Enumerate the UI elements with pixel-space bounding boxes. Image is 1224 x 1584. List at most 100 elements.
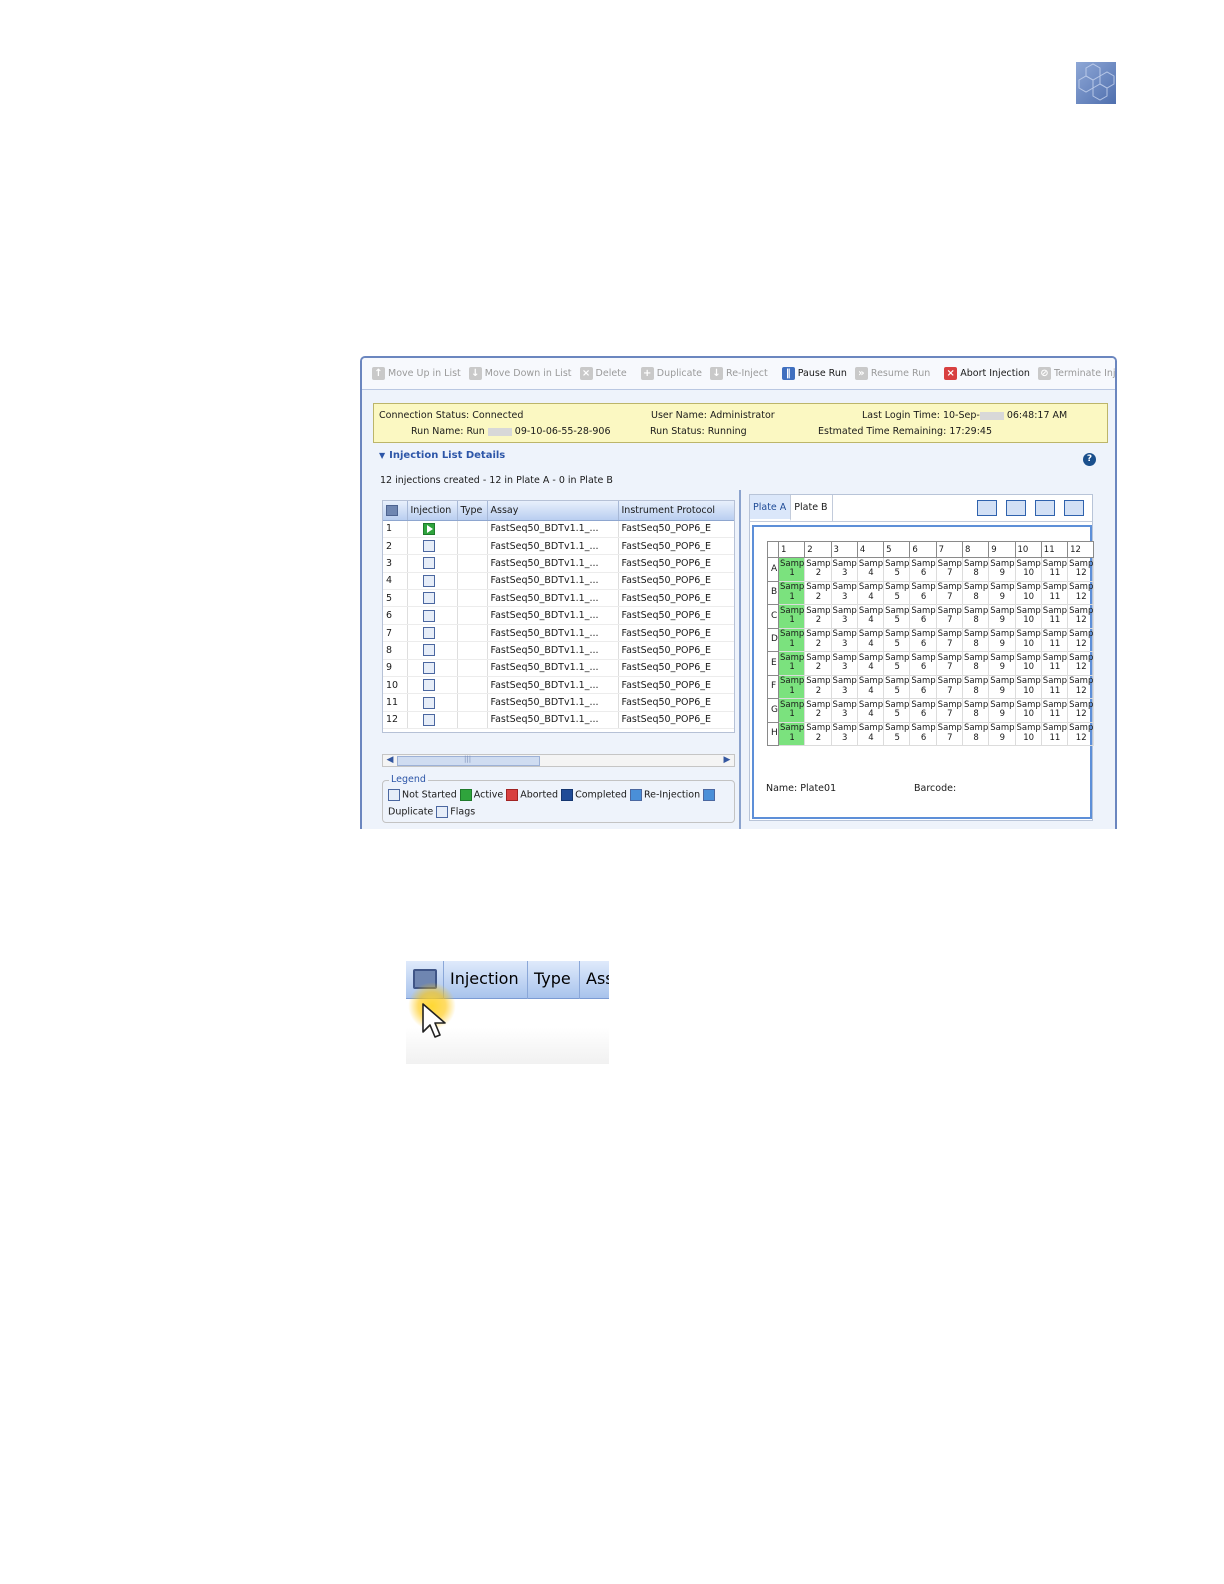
table-row[interactable]: 3 FastSeq50_BDTv1.1_... FastSeq50_POP6_E <box>383 554 734 573</box>
table-row[interactable]: 1 FastSeq50_BDTv1.1_... FastSeq50_POP6_E <box>383 520 734 538</box>
plate-well[interactable]: Samp 5 <box>883 604 911 629</box>
plate-well[interactable]: Samp 3 <box>830 627 858 652</box>
plate-well[interactable]: Samp 12 <box>1067 627 1095 652</box>
plate-well[interactable]: Samp 6 <box>909 604 937 629</box>
table-row[interactable]: 9 FastSeq50_BDTv1.1_... FastSeq50_POP6_E <box>383 659 734 678</box>
delete-button[interactable]: × Delete <box>576 367 631 380</box>
plate-well[interactable]: Samp 3 <box>830 580 858 605</box>
plate-well[interactable]: Samp 1 <box>777 627 806 652</box>
plate-well[interactable]: Samp 6 <box>909 674 937 699</box>
plate-well[interactable]: Samp 2 <box>804 557 832 582</box>
plate-well[interactable]: Samp 4 <box>856 604 885 629</box>
plate-well[interactable]: Samp 2 <box>804 721 832 746</box>
plate-well[interactable]: Samp 11 <box>1040 604 1069 629</box>
column-chooser-header[interactable] <box>383 501 408 521</box>
terminate-injection-button[interactable]: ⊘Terminate Injection <box>1034 367 1115 380</box>
plate-well[interactable]: Samp 8 <box>961 604 990 629</box>
header-assay[interactable]: Assay <box>487 501 619 521</box>
plate-well[interactable]: Samp 10 <box>1014 604 1042 629</box>
plate-well[interactable]: Samp 10 <box>1014 580 1042 605</box>
plate-well[interactable]: Samp 12 <box>1067 674 1095 699</box>
plate-well[interactable]: Samp 11 <box>1040 698 1069 723</box>
plate-well[interactable]: Samp 3 <box>830 557 858 582</box>
plate-well[interactable]: Samp 9 <box>988 604 1016 629</box>
plate-well[interactable]: Samp 9 <box>988 698 1016 723</box>
plate-well[interactable]: Samp 10 <box>1014 698 1042 723</box>
plate-well[interactable]: Samp 3 <box>830 698 858 723</box>
plate-well[interactable]: Samp 8 <box>961 557 990 582</box>
reinject-button[interactable]: ↓ Re-Inject <box>706 367 772 380</box>
table-row[interactable]: 8 FastSeq50_BDTv1.1_... FastSeq50_POP6_E <box>383 641 734 660</box>
pause-run-button[interactable]: ‖ Pause Run <box>778 367 851 380</box>
plate-well[interactable]: Samp 1 <box>777 698 806 723</box>
plate-well[interactable]: Samp 10 <box>1014 627 1042 652</box>
plate-well[interactable]: Samp 7 <box>935 627 963 652</box>
header-type[interactable]: Type <box>457 501 488 521</box>
plate-well[interactable]: Samp 12 <box>1067 721 1095 746</box>
plate-well[interactable]: Samp 5 <box>883 580 911 605</box>
plate-well[interactable]: Samp 1 <box>777 557 806 582</box>
plate-well[interactable]: Samp 10 <box>1014 651 1042 676</box>
plate-well[interactable]: Samp 1 <box>777 674 806 699</box>
plate-well[interactable]: Samp 3 <box>830 674 858 699</box>
plate-well[interactable]: Samp 4 <box>856 721 885 746</box>
tab-plate-b[interactable]: Plate B <box>791 495 833 521</box>
plate-well[interactable]: Samp 3 <box>830 721 858 746</box>
panel-splitter[interactable] <box>739 490 741 829</box>
plate-well[interactable]: Samp 11 <box>1040 721 1069 746</box>
plate-well[interactable]: Samp 4 <box>856 651 885 676</box>
plate-well[interactable]: Samp 8 <box>961 627 990 652</box>
plate-well[interactable]: Samp 7 <box>935 580 963 605</box>
plate-well[interactable]: Samp 7 <box>935 698 963 723</box>
plate-well[interactable]: Samp 5 <box>883 674 911 699</box>
plate-well[interactable]: Samp 10 <box>1014 674 1042 699</box>
plate-well[interactable]: Samp 9 <box>988 627 1016 652</box>
move-up-button[interactable]: ↑ Move Up in List <box>368 367 465 380</box>
plate-well[interactable]: Samp 2 <box>804 651 832 676</box>
table-row[interactable]: 11 FastSeq50_BDTv1.1_... FastSeq50_POP6_E <box>383 693 734 712</box>
plate-well[interactable]: Samp 4 <box>856 698 885 723</box>
resume-run-button[interactable]: » Resume Run <box>851 367 934 380</box>
plate-well[interactable]: Samp 3 <box>830 651 858 676</box>
plate-well[interactable]: Samp 2 <box>804 674 832 699</box>
abort-injection-button[interactable]: × Abort Injection <box>940 367 1034 380</box>
help-icon[interactable]: ? <box>1083 453 1096 466</box>
table-row[interactable]: 4 FastSeq50_BDTv1.1_... FastSeq50_POP6_E <box>383 572 734 591</box>
plate-well[interactable]: Samp 9 <box>988 721 1016 746</box>
plate-well[interactable]: Samp 9 <box>988 580 1016 605</box>
plate-well[interactable]: Samp 5 <box>883 557 911 582</box>
plate-well[interactable]: Samp 6 <box>909 721 937 746</box>
plate-well[interactable]: Samp 7 <box>935 557 963 582</box>
plate-well[interactable]: Samp 11 <box>1040 557 1069 582</box>
scroll-right-icon[interactable]: ▶ <box>721 755 733 766</box>
table-row[interactable]: 6 FastSeq50_BDTv1.1_... FastSeq50_POP6_E <box>383 606 734 625</box>
duplicate-button[interactable]: + Duplicate <box>637 367 706 380</box>
plate-well[interactable]: Samp 5 <box>883 698 911 723</box>
plate-view-dropdown-icon[interactable] <box>977 500 997 516</box>
plate-well[interactable]: Samp 7 <box>935 651 963 676</box>
tab-plate-a[interactable]: Plate A <box>750 495 792 521</box>
table-row[interactable]: 7 FastSeq50_BDTv1.1_... FastSeq50_POP6_E <box>383 624 734 643</box>
plate-well[interactable]: Samp 8 <box>961 651 990 676</box>
plate-well[interactable]: Samp 7 <box>935 721 963 746</box>
table-row[interactable]: 12 FastSeq50_BDTv1.1_... FastSeq50_POP6_E <box>383 711 734 730</box>
plate-well[interactable]: Samp 4 <box>856 580 885 605</box>
plate-well[interactable]: Samp 8 <box>961 674 990 699</box>
plate-well[interactable]: Samp 6 <box>909 627 937 652</box>
plate-well[interactable]: Samp 4 <box>856 627 885 652</box>
table-row[interactable]: 2 FastSeq50_BDTv1.1_... FastSeq50_POP6_E <box>383 537 734 556</box>
plate-well[interactable]: Samp 6 <box>909 580 937 605</box>
plate-well[interactable]: Samp 4 <box>856 557 885 582</box>
zoom-out-icon[interactable] <box>1035 500 1055 516</box>
plate-well[interactable]: Samp 11 <box>1040 627 1069 652</box>
plate-well[interactable]: Samp 12 <box>1067 557 1095 582</box>
plate-well[interactable]: Samp 8 <box>961 721 990 746</box>
plate-well[interactable]: Samp 3 <box>830 604 858 629</box>
scroll-left-icon[interactable]: ◀ <box>384 755 396 766</box>
injection-list-details-toggle[interactable]: ▼ Injection List Details <box>379 450 505 461</box>
plate-well[interactable]: Samp 11 <box>1040 651 1069 676</box>
plate-well[interactable]: Samp 1 <box>777 580 806 605</box>
plate-well[interactable]: Samp 10 <box>1014 557 1042 582</box>
plate-well[interactable]: Samp 6 <box>909 651 937 676</box>
plate-well[interactable]: Samp 9 <box>988 557 1016 582</box>
